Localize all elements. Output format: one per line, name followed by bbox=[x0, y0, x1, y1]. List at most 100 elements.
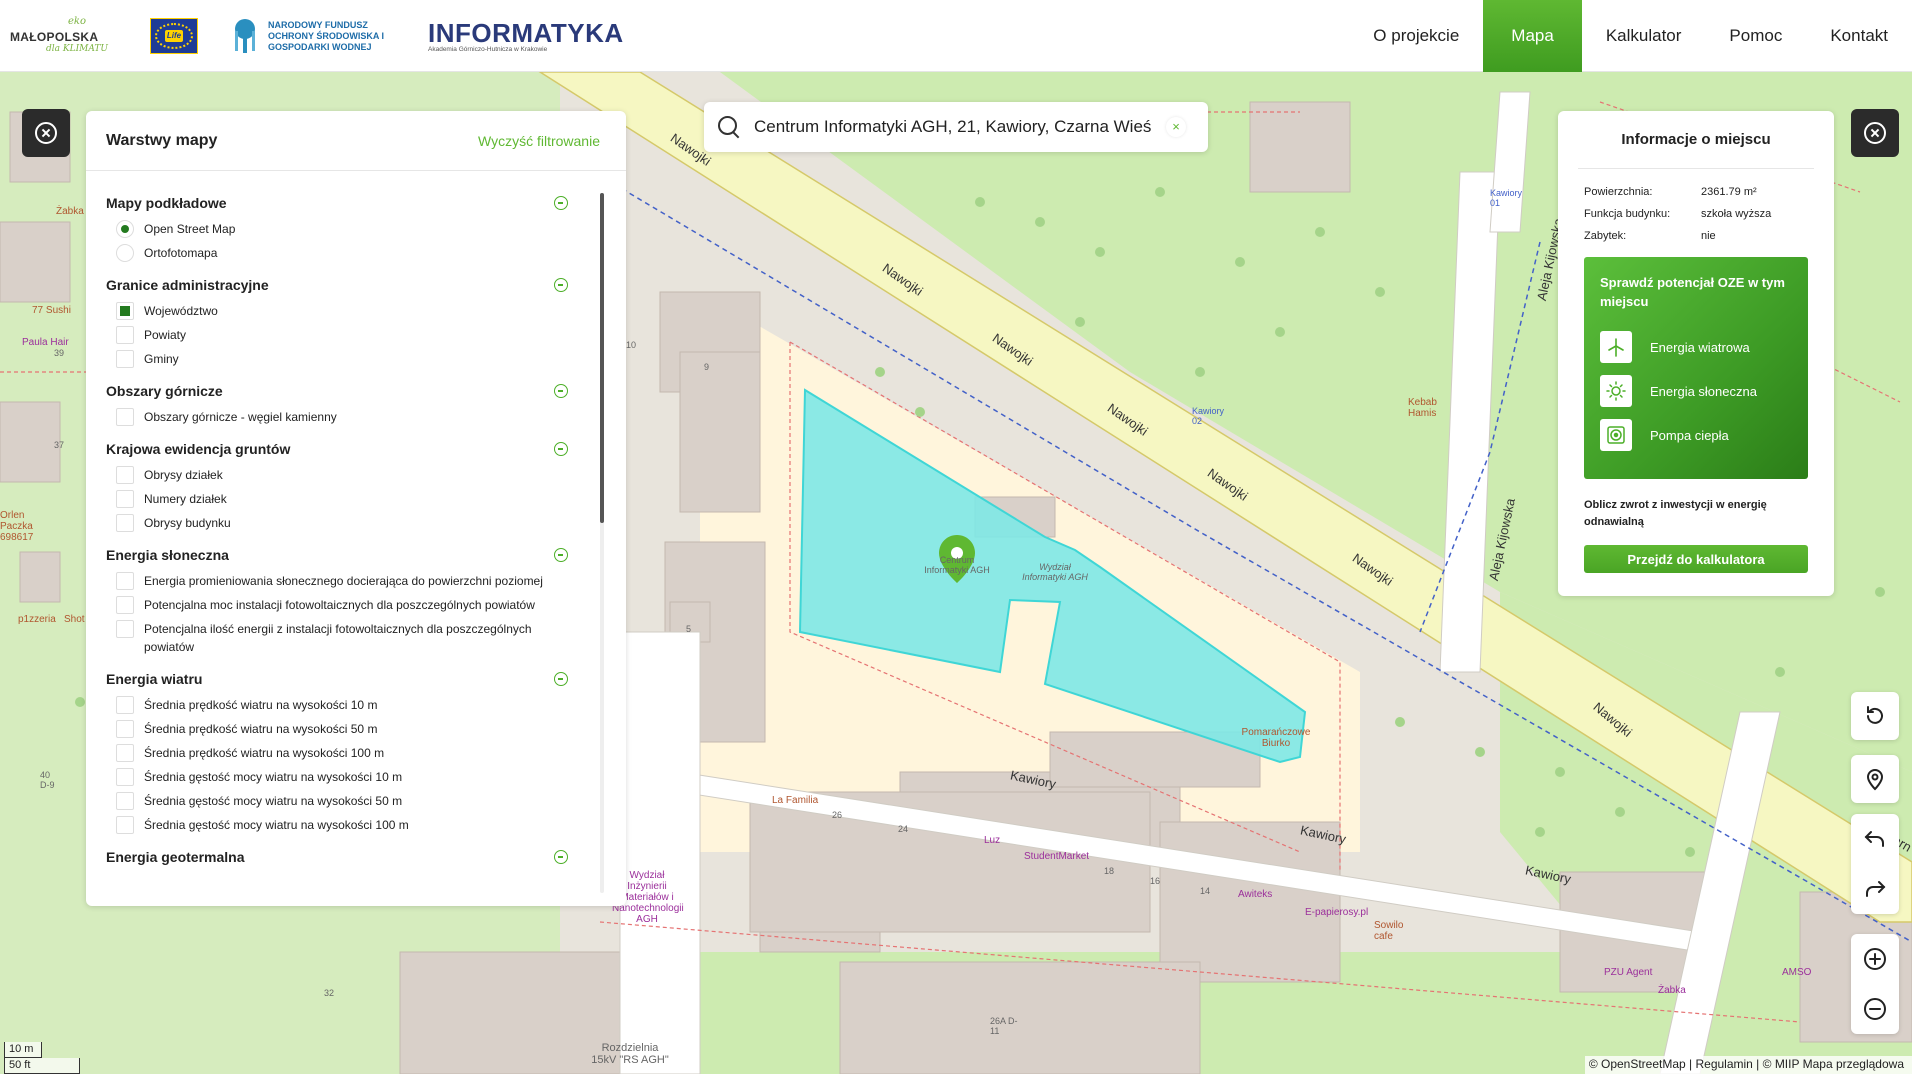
collapse-icon[interactable] bbox=[554, 384, 568, 398]
layer-option-pv-power[interactable]: Potencjalna moc instalacji fotowoltaiczn… bbox=[106, 593, 566, 617]
nav-kalkulator[interactable]: Kalkulator bbox=[1582, 0, 1706, 72]
layer-group-admin-borders: Granice administracyjne Województwo Powi… bbox=[106, 271, 568, 371]
poi-luz[interactable]: Luz bbox=[984, 835, 1000, 846]
layer-option-wind-speed-10[interactable]: Średnia prędkość wiatru na wysokości 10 … bbox=[106, 693, 566, 717]
radio-button[interactable] bbox=[116, 244, 134, 262]
layer-option-wind-speed-100[interactable]: Średnia prędkość wiatru na wysokości 100… bbox=[106, 741, 566, 765]
poi-paula-hair[interactable]: Paula Hair bbox=[22, 337, 69, 348]
checkbox[interactable] bbox=[116, 816, 134, 834]
checkbox[interactable] bbox=[116, 620, 134, 638]
poi-awiteks[interactable]: Awiteks bbox=[1238, 889, 1272, 900]
close-layers-button[interactable] bbox=[22, 109, 70, 157]
scrollbar-thumb[interactable] bbox=[600, 193, 604, 523]
layer-option-wind-speed-50[interactable]: Średnia prędkość wiatru na wysokości 50 … bbox=[106, 717, 566, 741]
map-attribution[interactable]: © OpenStreetMap | Regulamin | © MIIP Map… bbox=[1584, 1056, 1912, 1074]
poi-amso[interactable]: AMSO bbox=[1782, 967, 1811, 978]
poi-pzu-agent[interactable]: PZU Agent bbox=[1604, 967, 1652, 978]
poi-kawiory-02-stop[interactable]: Kawiory 02 bbox=[1192, 406, 1224, 426]
poi-e-papierosy[interactable]: E-papierosy.pl bbox=[1305, 907, 1368, 918]
layer-option-powiaty[interactable]: Powiaty bbox=[106, 323, 566, 347]
checkbox[interactable] bbox=[116, 466, 134, 484]
layer-option-wind-density-10[interactable]: Średnia gęstość mocy wiatru na wysokości… bbox=[106, 765, 566, 789]
collapse-icon[interactable] bbox=[554, 672, 568, 686]
collapse-icon[interactable] bbox=[554, 278, 568, 292]
checkbox[interactable] bbox=[116, 302, 134, 320]
radio-button[interactable] bbox=[116, 220, 134, 238]
locate-button[interactable] bbox=[1851, 755, 1899, 803]
nav-pomoc[interactable]: Pomoc bbox=[1705, 0, 1806, 72]
clear-filter-button[interactable]: Wyczyść filtrowanie bbox=[478, 133, 600, 149]
checkbox[interactable] bbox=[116, 792, 134, 810]
malopolska-logo[interactable]: eko MAŁOPOLSKA dla KLIMATU bbox=[10, 16, 120, 56]
layer-option-wind-density-50[interactable]: Średnia gęstość mocy wiatru na wysokości… bbox=[106, 789, 566, 813]
collapse-icon[interactable] bbox=[554, 442, 568, 456]
refresh-button[interactable] bbox=[1851, 692, 1899, 740]
informatyka-logo[interactable]: INFORMATYKA Akademia Górniczo-Hutnicza w… bbox=[428, 20, 624, 53]
collapse-icon[interactable] bbox=[554, 850, 568, 864]
main-nav: O projekcie Mapa Kalkulator Pomoc Kontak… bbox=[1349, 0, 1912, 72]
layer-group-base-maps: Mapy podkładowe Open Street Map Ortofoto… bbox=[106, 189, 568, 265]
checkbox[interactable] bbox=[116, 326, 134, 344]
collapse-icon[interactable] bbox=[554, 548, 568, 562]
oze-wind-label: Energia wiatrowa bbox=[1650, 339, 1750, 355]
zoom-out-button[interactable] bbox=[1851, 984, 1899, 1034]
layer-option-solar-radiation[interactable]: Energia promieniowania słonecznego docie… bbox=[106, 569, 566, 593]
poi-orlen-paczka[interactable]: Orlen Paczka 698617 bbox=[0, 510, 60, 543]
poi-la-familia[interactable]: La Familia bbox=[772, 795, 818, 806]
layer-option-gminy[interactable]: Gminy bbox=[106, 347, 566, 371]
nfosigw-logo[interactable]: NARODOWY FUNDUSZ OCHRONY ŚRODOWISKA I GO… bbox=[228, 17, 398, 55]
redo-button[interactable] bbox=[1851, 864, 1899, 914]
checkbox[interactable] bbox=[116, 514, 134, 532]
checkbox[interactable] bbox=[116, 768, 134, 786]
poi-kawiory-01-stop[interactable]: Kawiory 01 bbox=[1490, 188, 1522, 208]
search-input[interactable] bbox=[754, 117, 1162, 137]
nav-mapa[interactable]: Mapa bbox=[1483, 0, 1582, 72]
checkbox[interactable] bbox=[116, 490, 134, 508]
building-label-centrum: Centrum Informatyki AGH bbox=[924, 555, 990, 575]
search-icon[interactable] bbox=[716, 114, 742, 140]
layers-scrollbar[interactable] bbox=[600, 193, 604, 893]
nav-o-projekcie[interactable]: O projekcie bbox=[1349, 0, 1483, 72]
checkbox[interactable] bbox=[116, 720, 134, 738]
close-info-button[interactable] bbox=[1851, 109, 1899, 157]
nfosigw-mark-icon bbox=[228, 17, 262, 55]
house-number: 10 bbox=[626, 340, 637, 350]
oze-wind-button[interactable]: Energia wiatrowa bbox=[1600, 325, 1792, 369]
poi-zabka-right[interactable]: Żabka bbox=[1658, 985, 1686, 996]
layer-option-wind-density-100[interactable]: Średnia gęstość mocy wiatru na wysokości… bbox=[106, 813, 566, 837]
house-number: 5 bbox=[686, 624, 692, 634]
checkbox[interactable] bbox=[116, 744, 134, 762]
checkbox[interactable] bbox=[116, 596, 134, 614]
layer-option-osm[interactable]: Open Street Map bbox=[106, 217, 566, 241]
layer-option-ortofotomapa[interactable]: Ortofotomapa bbox=[106, 241, 566, 265]
poi-pizzeria[interactable]: p1zzeria bbox=[18, 614, 56, 625]
oze-heat-pump-button[interactable]: Pompa ciepła bbox=[1600, 413, 1792, 457]
poi-shot[interactable]: Shot bbox=[64, 614, 85, 625]
collapse-icon[interactable] bbox=[554, 196, 568, 210]
checkbox[interactable] bbox=[116, 408, 134, 426]
clear-search-button[interactable]: × bbox=[1166, 117, 1186, 137]
undo-button[interactable] bbox=[1851, 814, 1899, 864]
poi-zabka-left[interactable]: Żabka bbox=[56, 206, 84, 217]
poi-77-sushi[interactable]: 77 Sushi bbox=[32, 305, 71, 316]
layer-option-building-outlines[interactable]: Obrysy budynku bbox=[106, 511, 566, 535]
agh-subtitle: Akademia Górniczo-Hutnicza w Krakowie bbox=[428, 45, 548, 53]
poi-student-market[interactable]: StudentMarket bbox=[1024, 851, 1089, 862]
go-to-calculator-button[interactable]: Przejdź do kalkulatora bbox=[1584, 545, 1808, 573]
poi-sowilo-cafe[interactable]: Sowilo cafe bbox=[1374, 920, 1408, 942]
zoom-in-button[interactable] bbox=[1851, 934, 1899, 984]
oze-solar-button[interactable]: Energia słoneczna bbox=[1600, 369, 1792, 413]
group-title: Granice administracyjne bbox=[106, 277, 269, 293]
layer-option-parcel-outlines[interactable]: Obrysy działek bbox=[106, 463, 566, 487]
layer-option-pv-energy[interactable]: Potencjalna ilość energii z instalacji f… bbox=[106, 617, 566, 659]
layer-option-mining-coal[interactable]: Obszary górnicze - węgiel kamienny bbox=[106, 405, 566, 429]
layer-option-parcel-numbers[interactable]: Numery działek bbox=[106, 487, 566, 511]
checkbox[interactable] bbox=[116, 350, 134, 368]
checkbox[interactable] bbox=[116, 696, 134, 714]
informatyka-text: INFORMATYKA bbox=[428, 17, 624, 48]
layer-option-wojewodztwo[interactable]: Województwo bbox=[106, 299, 566, 323]
eu-life-logo[interactable]: Life bbox=[150, 18, 198, 54]
poi-kebab-hamis[interactable]: Kebab Hamis bbox=[1408, 397, 1442, 419]
nav-kontakt[interactable]: Kontakt bbox=[1806, 0, 1912, 72]
checkbox[interactable] bbox=[116, 572, 134, 590]
